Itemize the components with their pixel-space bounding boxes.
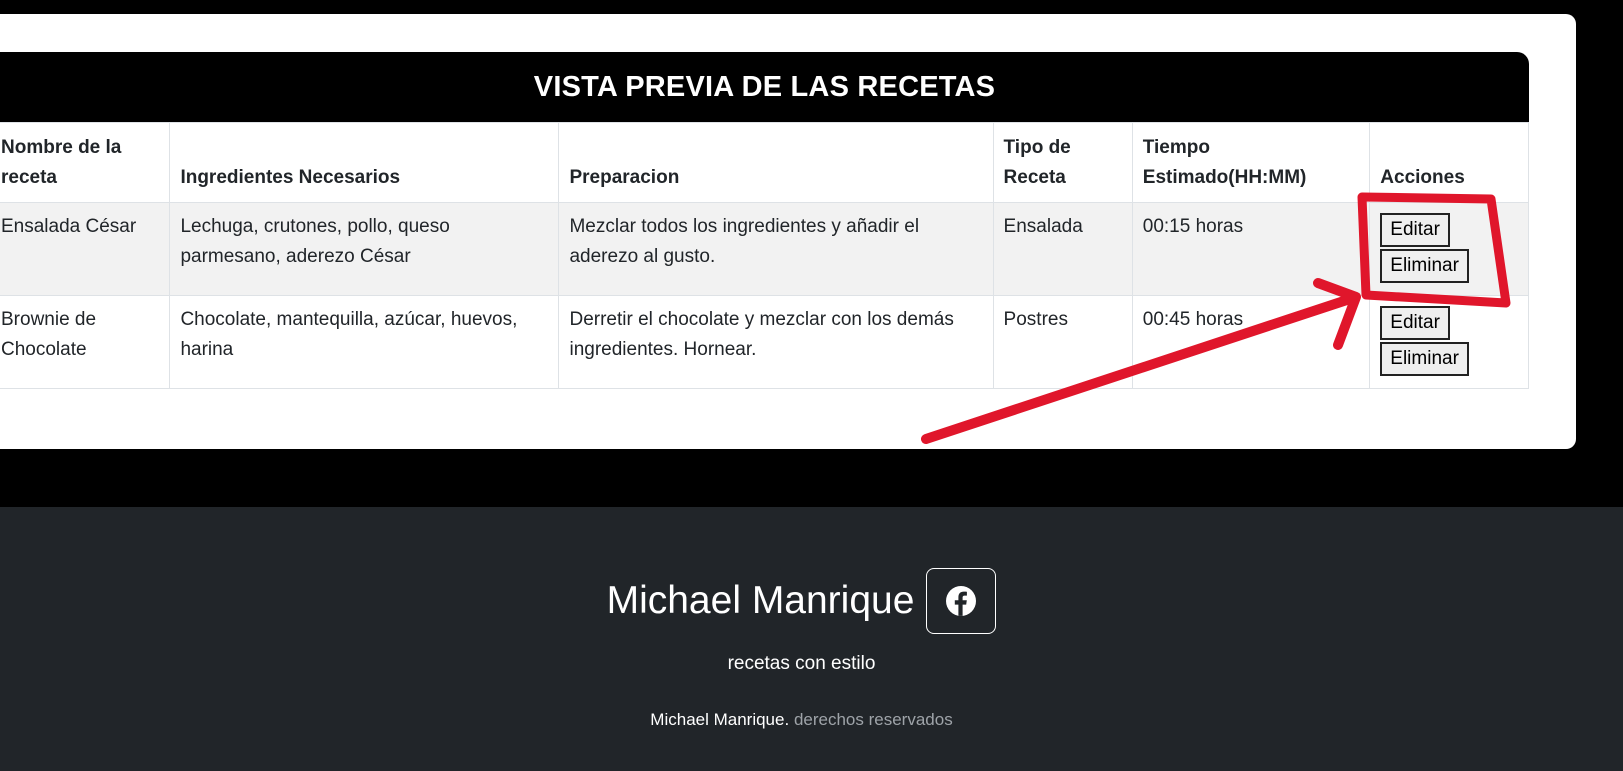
table-row: Brownie de Chocolate Chocolate, mantequi… xyxy=(0,295,1529,389)
footer-brand-name: Michael Manrique xyxy=(606,579,915,622)
cell-actions: Editar Eliminar xyxy=(1369,202,1529,296)
header-name: Nombre de la receta xyxy=(0,122,171,203)
cell-type: Postres xyxy=(992,295,1133,389)
copyright-text: derechos reservados xyxy=(793,710,953,729)
cell-time: 00:45 horas xyxy=(1131,295,1371,389)
cell-time: 00:15 horas xyxy=(1131,202,1371,296)
edit-button[interactable]: Editar xyxy=(1380,306,1450,340)
table-header-row: Nombre de la receta Ingredientes Necesar… xyxy=(0,122,1529,203)
recipes-card: VISTA PREVIA DE LAS RECETAS Nombre de la… xyxy=(0,14,1576,449)
copyright-name: Michael Manrique. xyxy=(650,710,790,729)
cell-preparation: Derretir el chocolate y mezclar con los … xyxy=(558,295,994,389)
delete-button[interactable]: Eliminar xyxy=(1380,342,1469,376)
facebook-link[interactable] xyxy=(926,568,997,634)
footer-brand-row: Michael Manrique xyxy=(0,568,1623,634)
cell-name: Ensalada César xyxy=(0,202,171,296)
cell-type: Ensalada xyxy=(992,202,1133,296)
footer-copyright: Michael Manrique. derechos reservados xyxy=(0,710,1623,730)
recipes-table-container: VISTA PREVIA DE LAS RECETAS Nombre de la… xyxy=(0,52,1529,389)
facebook-icon xyxy=(946,586,977,616)
header-preparation: Preparacion xyxy=(558,122,994,203)
header-time: Tiempo Estimado(HH:MM) xyxy=(1131,122,1371,203)
cell-ingredients: Chocolate, mantequilla, azúcar, huevos, … xyxy=(169,295,560,389)
header-ingredients: Ingredientes Necesarios xyxy=(169,122,560,203)
header-type: Tipo de Receta xyxy=(992,122,1133,203)
table-row: Ensalada César Lechuga, crutones, pollo,… xyxy=(0,202,1529,296)
table-title: VISTA PREVIA DE LAS RECETAS xyxy=(0,52,1529,122)
edit-button[interactable]: Editar xyxy=(1380,213,1450,247)
recipes-table: Nombre de la receta Ingredientes Necesar… xyxy=(0,122,1529,389)
cell-preparation: Mezclar todos los ingredientes y añadir … xyxy=(558,202,994,296)
delete-button[interactable]: Eliminar xyxy=(1380,249,1469,283)
site-footer: Michael Manrique recetas con estilo Mich… xyxy=(0,507,1623,771)
header-actions: Acciones xyxy=(1369,122,1529,203)
cell-actions: Editar Eliminar xyxy=(1369,295,1529,389)
footer-tagline: recetas con estilo xyxy=(727,653,876,674)
cell-ingredients: Lechuga, crutones, pollo, queso parmesan… xyxy=(169,202,560,296)
cell-name: Brownie de Chocolate xyxy=(0,295,171,389)
